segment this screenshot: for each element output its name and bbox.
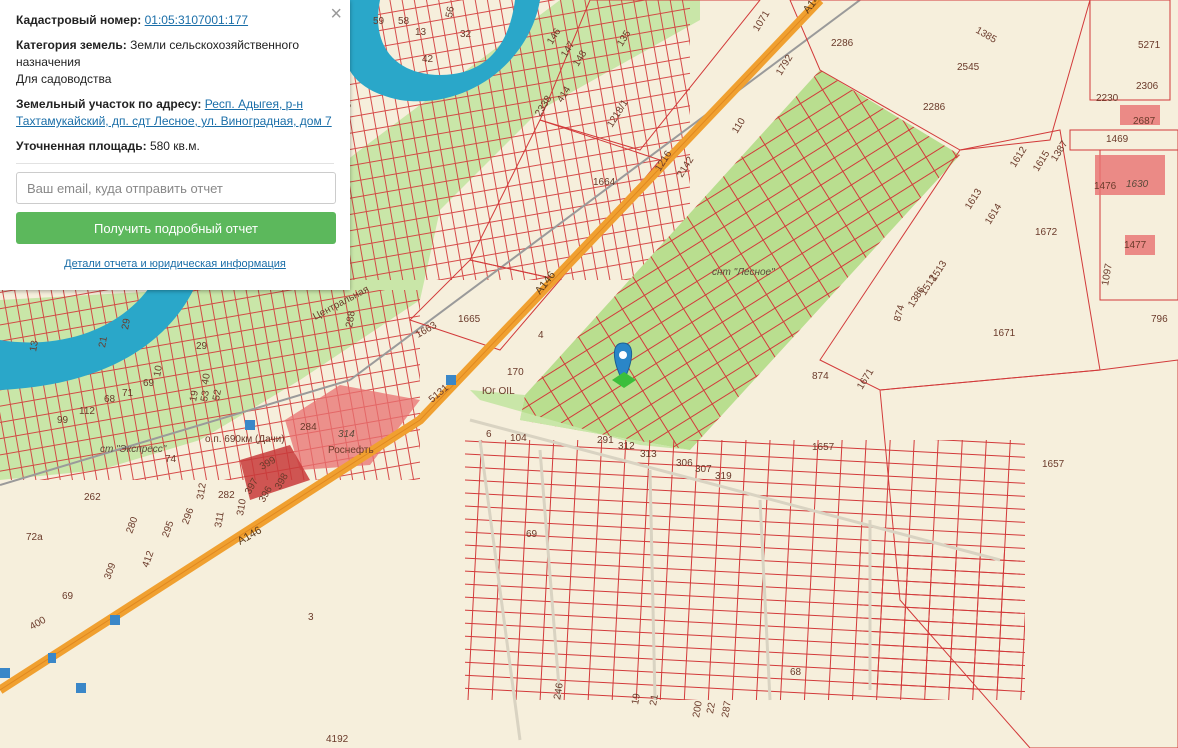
area-label: Уточненная площадь: [16,139,147,153]
parcel-label: 307 [695,464,712,475]
usage-value: Для садоводства [16,72,112,86]
parcel-label: 112 [79,406,95,417]
parcel-label: 1672 [1035,227,1058,238]
parcel-label: 13 [415,27,427,38]
category-row: Категория земель: Земли сельскохозяйстве… [16,37,334,88]
parcel-label: 69 [143,378,155,389]
parcel-label: 2545 [957,62,980,73]
address-row: Земельный участок по адресу: Респ. Адыге… [16,96,334,130]
snt-label: ст "Экспресс" [100,444,167,455]
parcel-label: 319 [715,471,732,482]
bus-stop-icon[interactable] [446,375,456,385]
parcel-label: 68 [104,394,116,405]
parcel-label: 69 [526,529,538,540]
parcel-label: 306 [676,458,693,469]
parcel-label: 1630 [1126,179,1149,190]
parcel-info-card: × Кадастровый номер: 01:05:3107001:177 К… [0,0,350,290]
parcel-label: 2286 [831,38,854,49]
parcel-label: 42 [422,54,434,65]
parcel-label: 72а [26,532,43,543]
get-report-button[interactable]: Получить подробный отчет [16,212,336,244]
parcel-label: 104 [510,433,527,444]
parcel-label: 2687 [1133,116,1156,127]
parcel-label: 313 [640,449,657,460]
snt-label: снт "Лесное" [712,267,775,278]
parcel-label: 4192 [326,734,349,745]
parcel-label: 312 [618,441,635,452]
close-icon[interactable]: × [330,4,342,24]
parcel-label: 1664 [593,177,616,188]
parcel-label: 5271 [1138,40,1161,51]
parcel-label: 1671 [993,328,1016,339]
parcel-label: 68 [790,667,802,678]
bus-stop-icon[interactable] [245,420,255,430]
parcel-label: 291 [597,435,614,446]
cadastral-row: Кадастровый номер: 01:05:3107001:177 [16,12,334,29]
parcel-label: 170 [507,367,524,378]
parcel-label: 6 [486,429,492,440]
parcels-southeast [860,550,1020,690]
bus-stop-icon[interactable] [76,683,86,693]
parcel-label: 874 [812,371,829,382]
parcel-label: 1657 [1042,459,1065,470]
parcel-label: 99 [57,415,69,426]
parcel-label: 71 [122,388,134,399]
bus-stop-icon[interactable] [0,668,10,678]
parcel-label: 282 [218,490,235,501]
category-label: Категория земель: [16,38,127,52]
parcel-label: 1657 [812,442,835,453]
parcel-label: 1476 [1094,181,1117,192]
parcel-label: 2306 [1136,81,1159,92]
stop-label: о.п. 690км (Дачи) [205,434,285,445]
parcel-label: 29 [196,341,208,352]
parcel-label: 2230 [1096,93,1119,104]
report-details-link[interactable]: Детали отчета и юридическая информация [16,258,334,270]
parcel-label: 1665 [458,314,481,325]
parcel-label: 4 [538,330,544,341]
parcel-label: 796 [1151,314,1168,325]
email-field[interactable] [16,172,336,204]
bus-stop-icon[interactable] [48,653,56,663]
bus-stop-icon[interactable] [110,615,120,625]
parcel-label: 2286 [923,102,946,113]
parcel-label: 69 [62,591,74,602]
parcel-label: 314 [338,429,355,440]
poi-label: Юг OIL [482,386,515,397]
cadastral-label: Кадастровый номер: [16,13,142,27]
parcel-label: 58 [398,16,410,27]
address-label: Земельный участок по адресу: [16,97,202,111]
cadastral-number-link[interactable]: 01:05:3107001:177 [145,13,248,27]
parcel-label: 32 [460,29,472,40]
parcel-label: 59 [373,16,385,27]
parcel-label: 74 [165,454,177,465]
parcel-label: 284 [300,422,317,433]
area-value: 580 кв.м. [149,139,200,153]
parcel-label: 3 [308,612,314,623]
area-row: Уточненная площадь: 580 кв.м. [16,138,334,155]
parcel-label: 262 [84,492,101,503]
parcel-label: 1477 [1124,240,1147,251]
parcel-label: 1469 [1106,134,1129,145]
poi-label: Роснефть [328,444,374,456]
divider [16,163,334,164]
